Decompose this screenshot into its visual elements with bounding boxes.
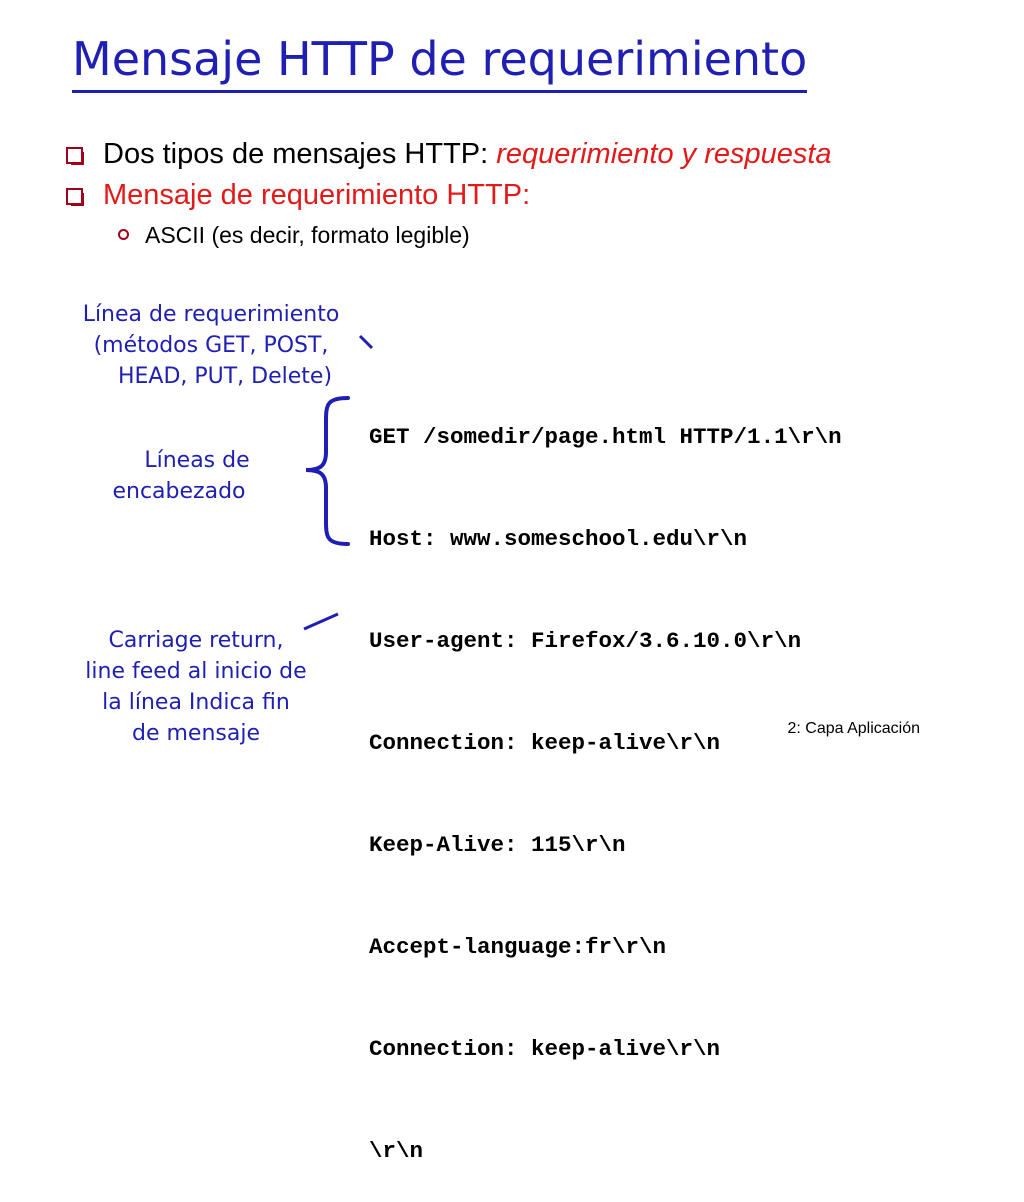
- arrow-request-line: [358, 334, 374, 350]
- http-line-accept-language: Accept-language:fr\r\n: [369, 934, 667, 960]
- arrow-crlf: [303, 612, 339, 631]
- annotation-graphics: [303, 334, 374, 631]
- http-line-keep-alive: Keep-Alive: 115\r\n: [369, 832, 626, 858]
- footer-section-label: 2: Capa Aplicación: [787, 720, 920, 737]
- http-line-crlf: \r\n: [369, 1138, 424, 1164]
- http-line-connection-2: Connection: keep-alive\r\n: [369, 1036, 721, 1062]
- curly-brace-icon: [305, 396, 350, 546]
